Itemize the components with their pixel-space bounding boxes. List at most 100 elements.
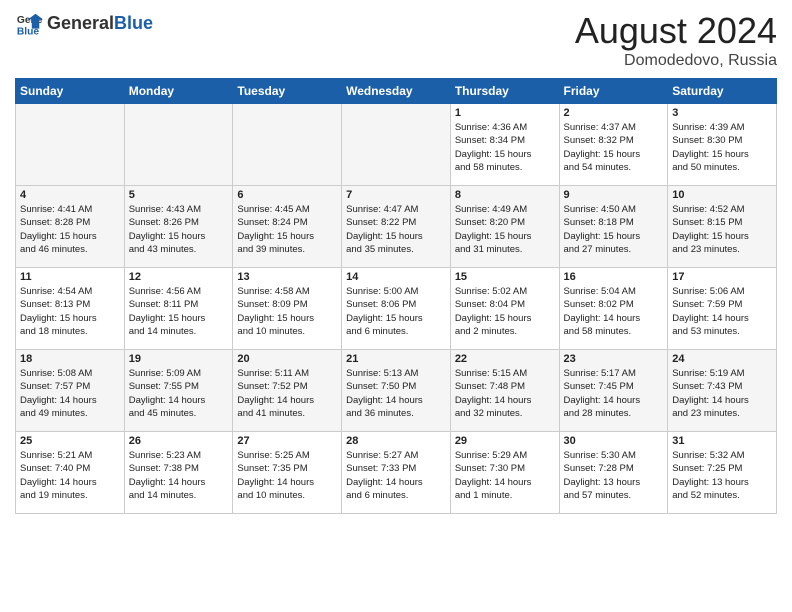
day-info: Sunrise: 5:21 AM Sunset: 7:40 PM Dayligh… xyxy=(20,449,120,502)
calendar-day-cell: 11 Sunrise: 4:54 AM Sunset: 8:13 PM Dayli… xyxy=(16,268,125,350)
day-number: 21 xyxy=(346,353,446,365)
calendar-day-cell xyxy=(233,104,342,186)
calendar-day-cell: 30 Sunrise: 5:30 AM Sunset: 7:28 PM Dayli… xyxy=(559,432,668,514)
day-info: Sunrise: 5:32 AM Sunset: 7:25 PM Dayligh… xyxy=(672,449,772,502)
calendar-day-cell: 19Sunrise: 5:09 AM Sunset: 7:55 PM Dayli… xyxy=(124,350,233,432)
calendar-day-cell: 28Sunrise: 5:27 AM Sunset: 7:33 PM Dayli… xyxy=(342,432,451,514)
calendar-day-cell: 10 Sunrise: 4:52 AM Sunset: 8:15 PM Dayli… xyxy=(668,186,777,268)
day-info: Sunrise: 4:54 AM Sunset: 8:13 PM Dayligh… xyxy=(20,285,120,338)
day-number: 26 xyxy=(129,435,229,447)
day-number: 7 xyxy=(346,189,446,201)
day-info: Sunrise: 4:45 AM Sunset: 8:24 PM Dayligh… xyxy=(237,203,337,256)
calendar-day-cell: 2 Sunrise: 4:37 AM Sunset: 8:32 PM Daylig… xyxy=(559,104,668,186)
day-number: 18 xyxy=(20,353,120,365)
calendar-day-cell: 5Sunrise: 4:43 AM Sunset: 8:26 PM Daylig… xyxy=(124,186,233,268)
day-info: Sunrise: 5:11 AM Sunset: 7:52 PM Dayligh… xyxy=(237,367,337,420)
day-number: 4 xyxy=(20,189,120,201)
logo-blue-text: Blue xyxy=(114,13,153,33)
day-info: Sunrise: 4:58 AM Sunset: 8:09 PM Dayligh… xyxy=(237,285,337,338)
day-info: Sunrise: 5:09 AM Sunset: 7:55 PM Dayligh… xyxy=(129,367,229,420)
weekday-header-saturday: Saturday xyxy=(668,79,777,104)
day-info: Sunrise: 4:37 AM Sunset: 8:32 PM Dayligh… xyxy=(564,121,664,174)
day-number: 20 xyxy=(237,353,337,365)
day-number: 10 xyxy=(672,189,772,201)
day-number: 14 xyxy=(346,271,446,283)
day-number: 3 xyxy=(672,107,772,119)
calendar-week-row: 1Sunrise: 4:36 AM Sunset: 8:34 PM Daylig… xyxy=(16,104,777,186)
calendar-day-cell: 27 Sunrise: 5:25 AM Sunset: 7:35 PM Dayli… xyxy=(233,432,342,514)
calendar-day-cell: 13 Sunrise: 4:58 AM Sunset: 8:09 PM Dayli… xyxy=(233,268,342,350)
day-info: Sunrise: 4:41 AM Sunset: 8:28 PM Dayligh… xyxy=(20,203,120,256)
calendar-table: SundayMondayTuesdayWednesdayThursdayFrid… xyxy=(15,78,777,514)
weekday-header-sunday: Sunday xyxy=(16,79,125,104)
day-info: Sunrise: 5:30 AM Sunset: 7:28 PM Dayligh… xyxy=(564,449,664,502)
day-info: Sunrise: 5:08 AM Sunset: 7:57 PM Dayligh… xyxy=(20,367,120,420)
weekday-header-wednesday: Wednesday xyxy=(342,79,451,104)
calendar-day-cell: 24 Sunrise: 5:19 AM Sunset: 7:43 PM Dayli… xyxy=(668,350,777,432)
month-year-title: August 2024 xyxy=(575,10,777,52)
calendar-day-cell: 1Sunrise: 4:36 AM Sunset: 8:34 PM Daylig… xyxy=(450,104,559,186)
day-info: Sunrise: 5:19 AM Sunset: 7:43 PM Dayligh… xyxy=(672,367,772,420)
calendar-day-cell: 22 Sunrise: 5:15 AM Sunset: 7:48 PM Dayli… xyxy=(450,350,559,432)
logo: General Blue GeneralBlue xyxy=(15,10,153,38)
day-number: 11 xyxy=(20,271,120,283)
day-number: 13 xyxy=(237,271,337,283)
calendar-day-cell xyxy=(16,104,125,186)
day-info: Sunrise: 4:43 AM Sunset: 8:26 PM Dayligh… xyxy=(129,203,229,256)
day-number: 23 xyxy=(564,353,664,365)
calendar-week-row: 18 Sunrise: 5:08 AM Sunset: 7:57 PM Dayli… xyxy=(16,350,777,432)
day-number: 28 xyxy=(346,435,446,447)
day-info: Sunrise: 4:56 AM Sunset: 8:11 PM Dayligh… xyxy=(129,285,229,338)
page-header: General Blue GeneralBlue August 2024 Dom… xyxy=(15,10,777,70)
title-block: August 2024 Domodedovo, Russia xyxy=(575,10,777,70)
day-info: Sunrise: 5:02 AM Sunset: 8:04 PM Dayligh… xyxy=(455,285,555,338)
calendar-day-cell: 9Sunrise: 4:50 AM Sunset: 8:18 PM Daylig… xyxy=(559,186,668,268)
day-number: 12 xyxy=(129,271,229,283)
day-info: Sunrise: 4:50 AM Sunset: 8:18 PM Dayligh… xyxy=(564,203,664,256)
day-number: 2 xyxy=(564,107,664,119)
weekday-header-row: SundayMondayTuesdayWednesdayThursdayFrid… xyxy=(16,79,777,104)
logo-icon: General Blue xyxy=(15,10,43,38)
day-info: Sunrise: 5:29 AM Sunset: 7:30 PM Dayligh… xyxy=(455,449,555,502)
day-info: Sunrise: 5:15 AM Sunset: 7:48 PM Dayligh… xyxy=(455,367,555,420)
day-info: Sunrise: 4:52 AM Sunset: 8:15 PM Dayligh… xyxy=(672,203,772,256)
calendar-day-cell: 18 Sunrise: 5:08 AM Sunset: 7:57 PM Dayli… xyxy=(16,350,125,432)
day-number: 8 xyxy=(455,189,555,201)
weekday-header-friday: Friday xyxy=(559,79,668,104)
calendar-day-cell: 17Sunrise: 5:06 AM Sunset: 7:59 PM Dayli… xyxy=(668,268,777,350)
day-number: 25 xyxy=(20,435,120,447)
logo-general-text: General xyxy=(47,13,114,33)
calendar-day-cell: 6Sunrise: 4:45 AM Sunset: 8:24 PM Daylig… xyxy=(233,186,342,268)
day-info: Sunrise: 5:04 AM Sunset: 8:02 PM Dayligh… xyxy=(564,285,664,338)
calendar-day-cell: 14 Sunrise: 5:00 AM Sunset: 8:06 PM Dayli… xyxy=(342,268,451,350)
calendar-day-cell: 26 Sunrise: 5:23 AM Sunset: 7:38 PM Dayli… xyxy=(124,432,233,514)
calendar-day-cell: 7 Sunrise: 4:47 AM Sunset: 8:22 PM Daylig… xyxy=(342,186,451,268)
calendar-day-cell: 8Sunrise: 4:49 AM Sunset: 8:20 PM Daylig… xyxy=(450,186,559,268)
calendar-day-cell: 15 Sunrise: 5:02 AM Sunset: 8:04 PM Dayli… xyxy=(450,268,559,350)
day-number: 31 xyxy=(672,435,772,447)
day-number: 30 xyxy=(564,435,664,447)
day-info: Sunrise: 4:47 AM Sunset: 8:22 PM Dayligh… xyxy=(346,203,446,256)
day-info: Sunrise: 5:00 AM Sunset: 8:06 PM Dayligh… xyxy=(346,285,446,338)
calendar-day-cell: 3 Sunrise: 4:39 AM Sunset: 8:30 PM Daylig… xyxy=(668,104,777,186)
day-info: Sunrise: 5:25 AM Sunset: 7:35 PM Dayligh… xyxy=(237,449,337,502)
day-number: 15 xyxy=(455,271,555,283)
day-number: 24 xyxy=(672,353,772,365)
day-info: Sunrise: 5:17 AM Sunset: 7:45 PM Dayligh… xyxy=(564,367,664,420)
day-number: 29 xyxy=(455,435,555,447)
day-number: 16 xyxy=(564,271,664,283)
day-info: Sunrise: 5:23 AM Sunset: 7:38 PM Dayligh… xyxy=(129,449,229,502)
calendar-day-cell xyxy=(342,104,451,186)
calendar-day-cell: 21Sunrise: 5:13 AM Sunset: 7:50 PM Dayli… xyxy=(342,350,451,432)
day-number: 17 xyxy=(672,271,772,283)
calendar-day-cell: 23 Sunrise: 5:17 AM Sunset: 7:45 PM Dayli… xyxy=(559,350,668,432)
day-number: 27 xyxy=(237,435,337,447)
day-info: Sunrise: 4:36 AM Sunset: 8:34 PM Dayligh… xyxy=(455,121,555,174)
calendar-day-cell: 31 Sunrise: 5:32 AM Sunset: 7:25 PM Dayli… xyxy=(668,432,777,514)
calendar-day-cell: 12 Sunrise: 4:56 AM Sunset: 8:11 PM Dayli… xyxy=(124,268,233,350)
calendar-day-cell: 29 Sunrise: 5:29 AM Sunset: 7:30 PM Dayli… xyxy=(450,432,559,514)
day-info: Sunrise: 4:39 AM Sunset: 8:30 PM Dayligh… xyxy=(672,121,772,174)
weekday-header-thursday: Thursday xyxy=(450,79,559,104)
calendar-day-cell: 4 Sunrise: 4:41 AM Sunset: 8:28 PM Daylig… xyxy=(16,186,125,268)
day-number: 22 xyxy=(455,353,555,365)
